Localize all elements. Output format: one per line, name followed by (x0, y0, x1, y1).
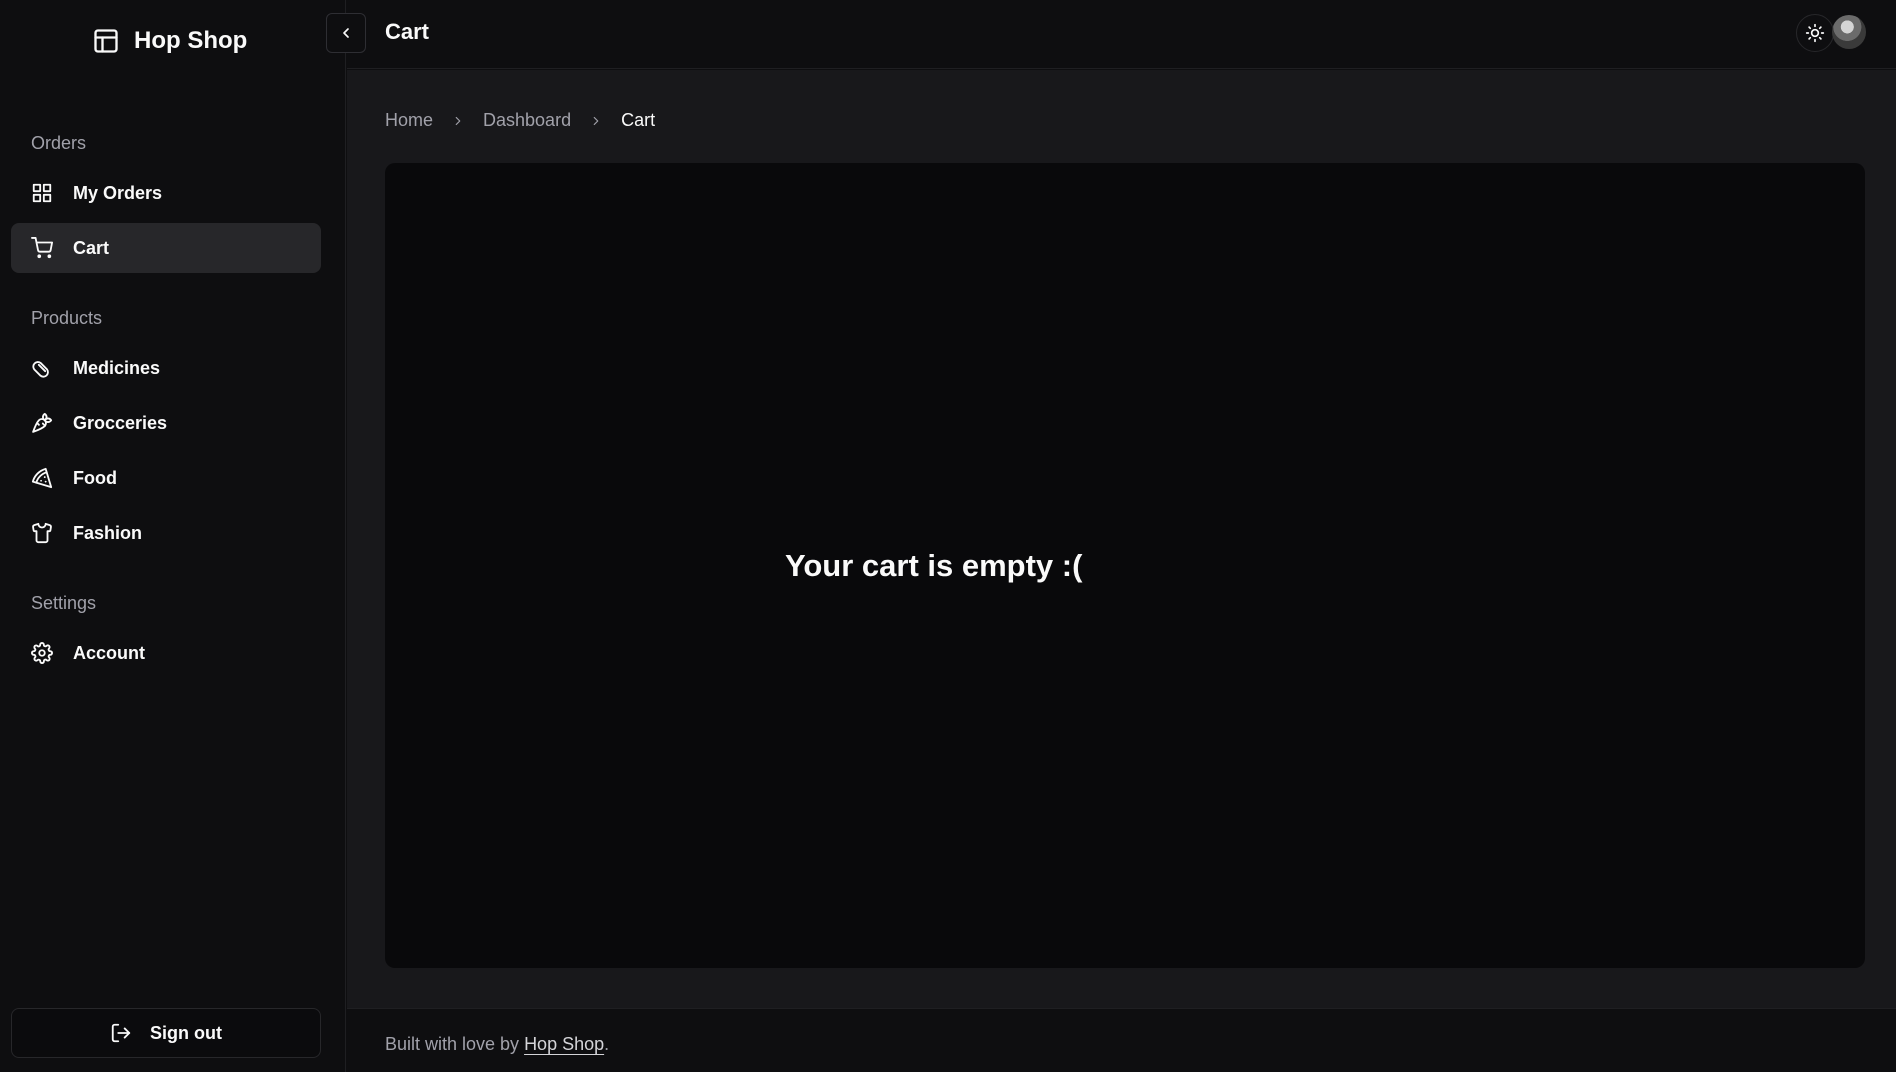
pill-icon (31, 357, 53, 379)
sidebar: Hop Shop Orders My Orders Cart Products (0, 0, 346, 1072)
logout-icon (110, 1022, 132, 1044)
sidebar-item-food[interactable]: Food (11, 453, 321, 503)
grid-icon (31, 182, 53, 204)
layout-icon (92, 27, 120, 55)
sidebar-item-my-orders[interactable]: My Orders (11, 168, 321, 218)
footer-text: Built with love by Hop Shop. (385, 1034, 609, 1055)
footer-link[interactable]: Hop Shop (524, 1034, 604, 1054)
sidebar-item-label: My Orders (73, 182, 163, 203)
sidebar-item-label: Account (73, 642, 145, 663)
section-label-products: Products (31, 308, 103, 328)
cart-icon (31, 237, 53, 259)
collapse-sidebar-button[interactable] (326, 13, 366, 53)
pizza-icon (31, 467, 53, 489)
empty-cart-message: Your cart is empty :( (785, 548, 1083, 583)
sign-out-label: Sign out (150, 1022, 222, 1043)
breadcrumb-home[interactable]: Home (385, 110, 433, 131)
app-root: Hop Shop Orders My Orders Cart Products (0, 0, 1896, 1072)
sidebar-item-label: Fashion (73, 522, 143, 543)
avatar[interactable] (1832, 15, 1866, 49)
section-label-orders: Orders (31, 133, 87, 153)
shirt-icon (31, 522, 53, 544)
gear-icon (31, 642, 53, 664)
sidebar-item-medicines[interactable]: Medicines (11, 343, 321, 393)
footer-prefix: Built with love by (385, 1034, 525, 1054)
sidebar-item-label: Food (73, 467, 117, 488)
theme-toggle-button[interactable] (1796, 14, 1834, 52)
sidebar-item-fashion[interactable]: Fashion (11, 508, 321, 558)
sidebar-item-label: Cart (73, 237, 110, 258)
sidebar-item-label: Medicines (73, 357, 161, 378)
breadcrumb-dashboard[interactable]: Dashboard (483, 110, 571, 131)
chevron-right-icon (589, 114, 603, 128)
cart-panel: Your cart is empty :( (385, 163, 1865, 968)
brand[interactable]: Hop Shop (92, 24, 247, 58)
sidebar-item-groceries[interactable]: Grocceries (11, 398, 321, 448)
sun-icon (1805, 23, 1825, 43)
sidebar-item-label: Grocceries (73, 412, 168, 433)
breadcrumb-current: Cart (621, 110, 656, 130)
sidebar-item-account[interactable]: Account (11, 628, 321, 678)
page-title: Cart (385, 19, 430, 44)
footer: Built with love by Hop Shop. (347, 1008, 1896, 1072)
chevron-left-icon (338, 25, 354, 41)
chevron-right-icon (451, 114, 465, 128)
section-label-settings: Settings (31, 593, 97, 613)
carrot-icon (31, 412, 53, 434)
sign-out-button[interactable]: Sign out (11, 1008, 321, 1058)
brand-name: Hop Shop (134, 27, 248, 54)
footer-suffix: . (604, 1034, 610, 1054)
sidebar-item-cart[interactable]: Cart (11, 223, 321, 273)
main-content: Home Dashboard Cart Your cart is empty :… (347, 70, 1896, 1008)
breadcrumb: Home Dashboard Cart (385, 110, 655, 131)
top-bar: Cart (347, 0, 1896, 69)
